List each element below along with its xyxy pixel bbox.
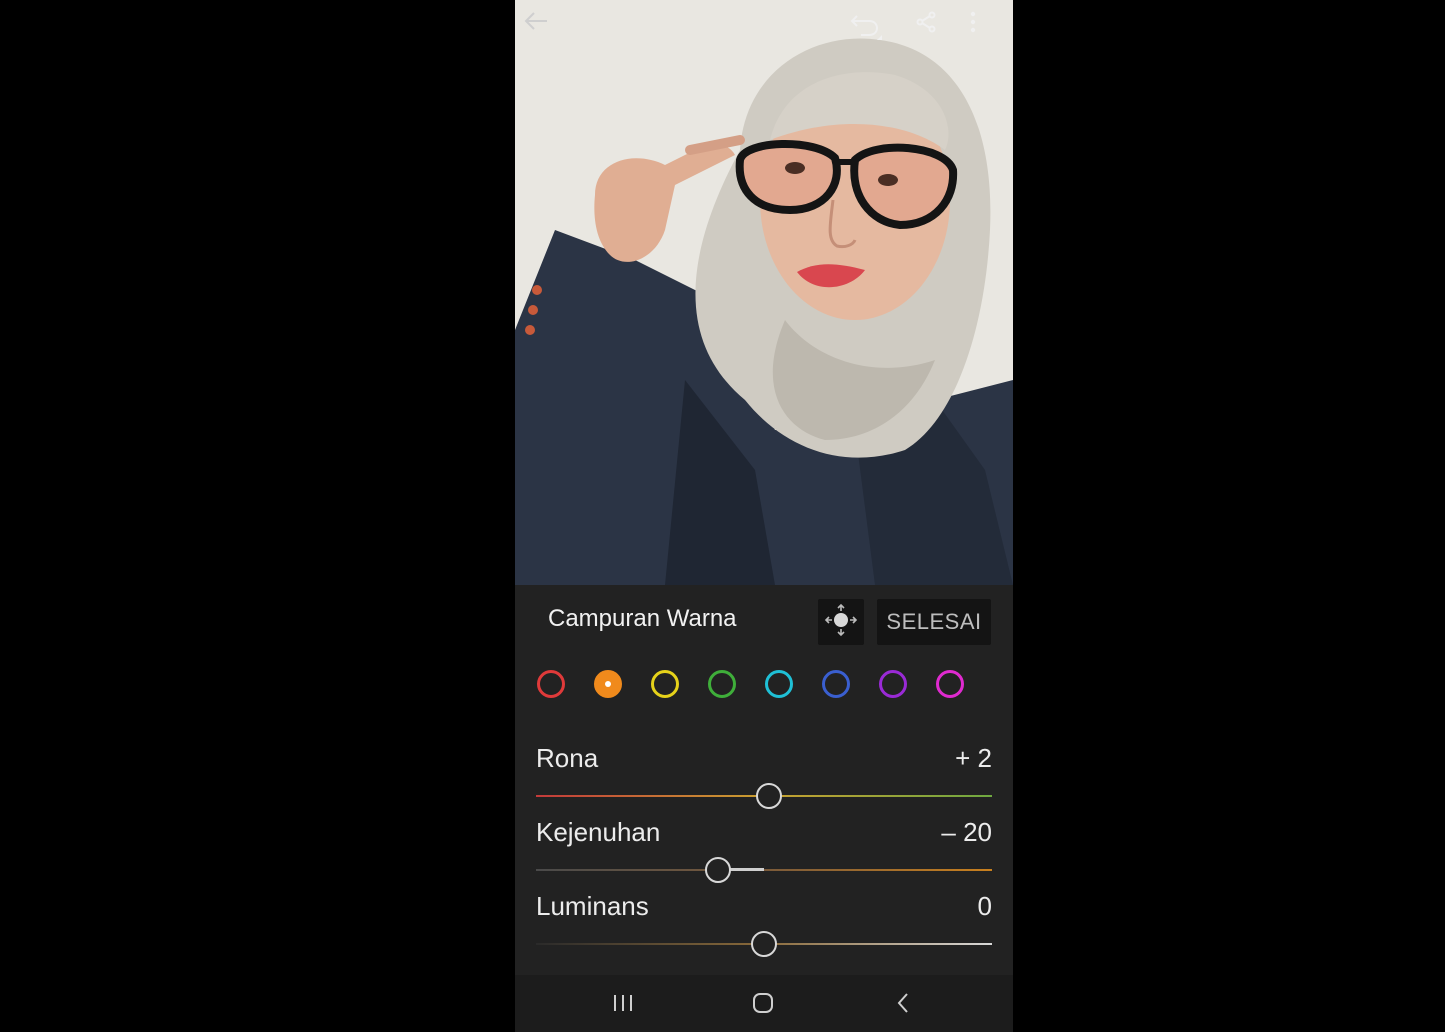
hue-label: Rona xyxy=(536,743,599,773)
color-mix-panel: Campuran Warna SELESAI Rona + 2 Kejenuha… xyxy=(515,585,1013,975)
recent-apps-button[interactable] xyxy=(603,989,643,1021)
saturation-slider-track[interactable] xyxy=(536,869,992,871)
portrait-photo xyxy=(515,0,1013,585)
saturation-label: Kejenuhan xyxy=(536,817,661,847)
system-nav-bar xyxy=(515,975,1013,1032)
swatch-aqua[interactable] xyxy=(765,670,793,698)
done-button[interactable]: SELESAI xyxy=(877,599,991,645)
swatch-magenta[interactable] xyxy=(936,670,964,698)
swatch-yellow[interactable] xyxy=(651,670,679,698)
swatch-blue[interactable] xyxy=(822,670,850,698)
hue-slider-row: Rona + 2 xyxy=(536,743,992,813)
selected-indicator xyxy=(605,681,611,687)
targeted-adjustment-button[interactable] xyxy=(818,599,864,645)
luminance-value: 0 xyxy=(977,891,992,921)
more-options-button[interactable] xyxy=(969,10,1005,46)
back-button[interactable] xyxy=(523,10,559,46)
home-button[interactable] xyxy=(743,989,783,1021)
swatch-purple[interactable] xyxy=(879,670,907,698)
hue-slider-thumb[interactable] xyxy=(755,783,782,809)
swatch-orange[interactable] xyxy=(594,670,622,698)
nav-back-icon xyxy=(895,991,911,1019)
swatch-red[interactable] xyxy=(537,670,565,698)
panel-title: Campuran Warna xyxy=(548,605,737,632)
target-adjust-icon xyxy=(824,603,858,641)
undo-button[interactable] xyxy=(849,10,885,46)
hue-value: + 2 xyxy=(955,743,992,773)
luminance-slider-thumb[interactable] xyxy=(751,931,777,957)
photo-preview[interactable] xyxy=(515,0,1013,585)
saturation-slider-thumb[interactable] xyxy=(705,857,732,883)
share-button[interactable] xyxy=(914,10,950,46)
saturation-value: – 20 xyxy=(941,817,992,847)
swatch-green[interactable] xyxy=(708,670,736,698)
luminance-slider-row: Luminans 0 xyxy=(536,891,992,961)
saturation-slider-row: Kejenuhan – 20 xyxy=(536,817,992,887)
color-swatch-row xyxy=(537,667,1007,703)
luminance-label: Luminans xyxy=(536,891,649,921)
app-screen: Campuran Warna SELESAI Rona + 2 Kejenuha… xyxy=(515,0,1013,1032)
recent-apps-icon xyxy=(611,993,635,1017)
home-icon xyxy=(751,991,775,1019)
nav-back-button[interactable] xyxy=(883,989,923,1021)
